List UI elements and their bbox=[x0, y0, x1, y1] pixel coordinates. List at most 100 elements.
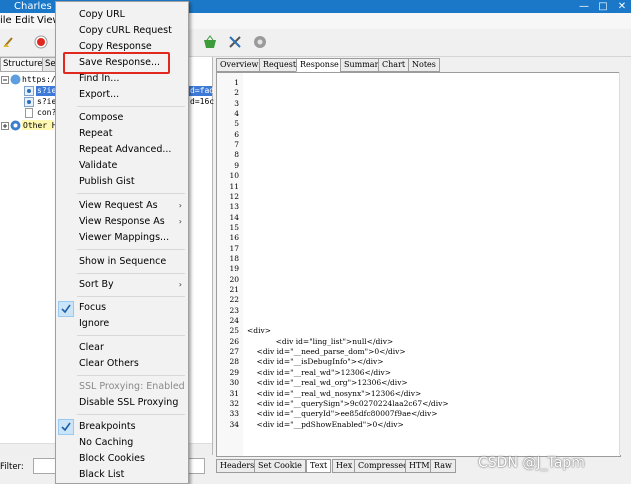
tools-icon[interactable] bbox=[228, 35, 242, 49]
expand-icon[interactable] bbox=[1, 122, 9, 130]
menu-separator bbox=[77, 414, 185, 415]
line-number: 30 bbox=[229, 378, 239, 388]
submenu-arrow-icon: › bbox=[178, 201, 182, 210]
menu-item-view-request-as[interactable]: View Request As bbox=[79, 200, 158, 212]
tab-text[interactable]: Text bbox=[306, 459, 332, 473]
line-number: 23 bbox=[229, 305, 239, 315]
line-number: 29 bbox=[229, 367, 239, 377]
close-icon[interactable]: ✕ bbox=[613, 0, 631, 13]
menu-item-compose[interactable]: Compose bbox=[79, 112, 123, 124]
menu-item-publish-gist[interactable]: Publish Gist bbox=[79, 176, 135, 188]
tree-item-request-1[interactable]: s?ie bbox=[37, 86, 56, 96]
tree-item-other-hosts[interactable]: Other H bbox=[23, 121, 57, 131]
menu-item-validate[interactable]: Validate bbox=[79, 160, 117, 172]
tab-hex[interactable]: Hex bbox=[332, 459, 357, 473]
minimize-icon[interactable]: — bbox=[575, 0, 593, 13]
tab-request[interactable]: Request bbox=[259, 58, 301, 72]
line-number: 19 bbox=[229, 264, 239, 274]
code-line: <div id="__need_parse_dom">0</div> bbox=[247, 347, 406, 357]
tab-headers[interactable]: Headers bbox=[216, 459, 259, 473]
menu-item-sort-by[interactable]: Sort By bbox=[79, 279, 114, 291]
line-number: 4 bbox=[234, 109, 239, 119]
line-number: 20 bbox=[229, 274, 239, 284]
tree-item-request-2-query: d=16c bbox=[190, 97, 215, 106]
line-number: 33 bbox=[229, 409, 239, 419]
line-number: 18 bbox=[229, 253, 239, 263]
response-text-editor[interactable]: 1 2 3 4 5 6 7 8 9 10 11 12 13 14 15 16 17 18 19 20 21 22 23 24 2… bbox=[216, 72, 621, 457]
line-number: 3 bbox=[234, 98, 239, 108]
menu-item-focus[interactable]: Focus bbox=[79, 302, 106, 314]
menu-item-black-list[interactable]: Black List bbox=[79, 469, 124, 481]
menu-item-copy-url[interactable]: Copy URL bbox=[79, 9, 125, 21]
menu-item-clear[interactable]: Clear bbox=[79, 342, 104, 354]
tree-item-request-1-query: d=fad bbox=[190, 86, 215, 95]
menu-item-disable-ssl-proxying[interactable]: Disable SSL Proxying bbox=[79, 397, 178, 409]
save-response-highlight bbox=[63, 52, 170, 74]
line-number: 14 bbox=[229, 212, 239, 222]
gear-icon bbox=[10, 120, 21, 131]
watermark: CSDN @J_Tapm bbox=[478, 455, 585, 471]
line-number: 16 bbox=[229, 233, 239, 243]
menu-item-ssl-proxying-status: SSL Proxying: Enabled bbox=[79, 381, 185, 392]
broom-icon[interactable] bbox=[2, 35, 16, 49]
menu-item-show-in-sequence[interactable]: Show in Sequence bbox=[79, 256, 166, 268]
maximize-icon[interactable]: □ bbox=[594, 0, 612, 13]
tab-response[interactable]: Response bbox=[296, 58, 343, 72]
submenu-arrow-icon: › bbox=[178, 280, 182, 289]
tab-compressed[interactable]: Compressed bbox=[354, 459, 413, 473]
line-number: 17 bbox=[229, 243, 239, 253]
vertical-scrollbar[interactable] bbox=[619, 72, 631, 455]
line-number: 15 bbox=[229, 222, 239, 232]
code-line: <div id="ling_list">null</div> bbox=[247, 336, 394, 346]
menu-item-repeat[interactable]: Repeat bbox=[79, 128, 112, 140]
menu-item-export[interactable]: Export... bbox=[79, 89, 119, 101]
line-number: 26 bbox=[229, 336, 239, 346]
document-icon bbox=[25, 108, 33, 118]
menu-separator bbox=[77, 106, 185, 107]
code-line: <div id="__querySign">9c0270224laa2c67</… bbox=[247, 398, 449, 408]
menu-item-ignore[interactable]: Ignore bbox=[79, 318, 109, 330]
request-icon bbox=[24, 97, 34, 107]
request-icon bbox=[24, 86, 34, 96]
line-number: 6 bbox=[234, 129, 239, 139]
line-number: 8 bbox=[234, 150, 239, 160]
tab-overview[interactable]: Overview bbox=[216, 58, 263, 72]
menu-item-find-in[interactable]: Find In... bbox=[79, 73, 119, 85]
menu-item-block-cookies[interactable]: Block Cookies bbox=[79, 453, 145, 465]
menu-item-breakpoints[interactable]: Breakpoints bbox=[79, 421, 136, 433]
menu-item-view-response-as[interactable]: View Response As bbox=[79, 216, 165, 228]
tab-structure[interactable]: Structure bbox=[0, 57, 46, 72]
line-number: 11 bbox=[229, 181, 239, 191]
code-line: <div> bbox=[247, 326, 272, 336]
menu-item-repeat-advanced[interactable]: Repeat Advanced... bbox=[79, 144, 171, 156]
menu-edit[interactable]: Edit bbox=[15, 15, 34, 26]
line-number: 13 bbox=[229, 202, 239, 212]
tab-raw[interactable]: Raw bbox=[430, 459, 456, 473]
line-number: 5 bbox=[234, 119, 239, 129]
menu-item-viewer-mappings[interactable]: Viewer Mappings... bbox=[79, 232, 169, 244]
menu-item-clear-others[interactable]: Clear Others bbox=[79, 358, 139, 370]
focus-check-icon bbox=[58, 301, 74, 317]
filter-label: Filter: bbox=[0, 462, 24, 472]
menu-separator bbox=[77, 335, 185, 336]
menu-item-copy-curl-request[interactable]: Copy cURL Request bbox=[79, 25, 172, 37]
line-number: 12 bbox=[229, 191, 239, 201]
tree-item-request-2[interactable]: s?ie bbox=[37, 97, 56, 107]
tab-notes[interactable]: Notes bbox=[408, 58, 440, 72]
menu-file[interactable]: ile bbox=[0, 15, 12, 26]
tab-set-cookie[interactable]: Set Cookie bbox=[254, 459, 306, 473]
globe-icon bbox=[10, 74, 21, 85]
basket-icon[interactable] bbox=[203, 35, 217, 49]
collapse-icon[interactable] bbox=[1, 76, 9, 84]
menu-item-no-caching[interactable]: No Caching bbox=[79, 437, 133, 449]
line-number: 7 bbox=[234, 140, 239, 150]
record-icon[interactable] bbox=[34, 35, 48, 49]
tree-item-request-3[interactable]: con? bbox=[37, 108, 56, 118]
line-number-gutter: 1 2 3 4 5 6 7 8 9 10 11 12 13 14 15 16 17 18 19 20 21 22 23 24 2… bbox=[217, 73, 243, 456]
code-line: <div id="__real_wd">12306</div> bbox=[247, 367, 392, 377]
menu-separator bbox=[77, 375, 185, 376]
tree-item-host[interactable]: https:/ bbox=[22, 75, 56, 85]
tab-chart[interactable]: Chart bbox=[378, 58, 410, 72]
settings-icon[interactable] bbox=[253, 35, 267, 49]
line-number: 34 bbox=[229, 419, 239, 429]
